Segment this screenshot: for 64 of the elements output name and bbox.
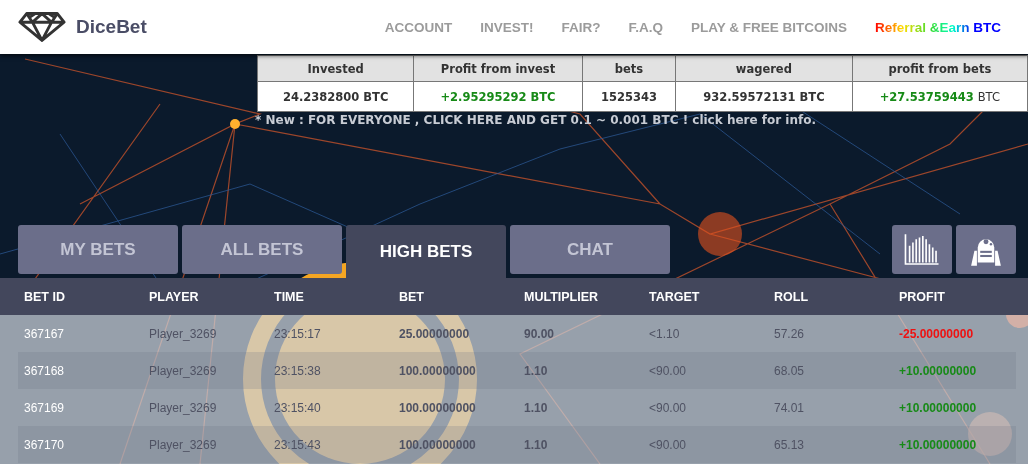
column-header: Profit from invest	[440, 61, 556, 76]
stat-value: +2.95295292 BTC	[440, 89, 556, 104]
table-cell-text: 57.26	[774, 326, 806, 341]
table-cell-text: 23:15:17	[274, 326, 322, 341]
column-header: ROLL	[774, 289, 810, 304]
table-cell-text: +10.00000000	[899, 400, 978, 415]
table-cell-text: 23:15:38	[274, 363, 322, 378]
column-header: BET	[399, 289, 425, 304]
nav-link[interactable]: F.A.Q	[628, 19, 663, 35]
brand-name[interactable]: DiceBet	[76, 16, 147, 38]
table-cell-text: 367170	[24, 437, 66, 452]
table-cell-text: 1.10	[524, 400, 549, 415]
nav-link[interactable]: PLAY & FREE BITCOINS	[690, 19, 847, 35]
stat-value: 24.2382800 BTC	[282, 89, 389, 104]
table-cell-text: +10.00000000	[899, 437, 978, 452]
table-cell-text: 100.00000000	[399, 400, 477, 415]
table-cell-text: 25.00000000	[399, 326, 471, 341]
table-cell-text: 1.10	[524, 363, 549, 378]
tab[interactable]: CHAT	[510, 225, 670, 274]
table-cell-text: -25.00000000	[899, 326, 975, 341]
column-header: wagered	[735, 61, 792, 76]
tab[interactable]: ALL BETS	[182, 225, 342, 274]
column-header: bets	[614, 61, 644, 76]
table-cell-text: <90.00	[649, 363, 688, 378]
table-cell-text: Player_3269	[149, 363, 218, 378]
table-cell-text: 100.00000000	[399, 437, 477, 452]
stat-value: +27.53759443	[879, 89, 974, 104]
column-header: Invested	[307, 61, 364, 76]
table-cell-text: 23:15:43	[274, 437, 322, 452]
stat-value: 932.59572131 BTC	[703, 89, 825, 104]
tool-button[interactable]	[892, 225, 952, 274]
tab[interactable]: HIGH BETS	[346, 225, 506, 278]
column-header: profit from bets	[888, 61, 992, 76]
unit-label: BTC	[977, 89, 1000, 104]
tool-button[interactable]	[956, 225, 1016, 274]
column-header: BET ID	[24, 289, 66, 304]
table-cell-text: 65.13	[774, 437, 806, 452]
nav-link[interactable]: ACCOUNT	[384, 19, 453, 35]
table-cell-text: <1.10	[649, 326, 681, 341]
column-header: PROFIT	[899, 289, 946, 304]
nav-link[interactable]: INVEST!	[480, 19, 534, 35]
table-cell-text: 367167	[24, 326, 66, 341]
column-header: TARGET	[649, 289, 701, 304]
table-cell-text: 367169	[24, 400, 66, 415]
table-cell-text: 68.05	[774, 363, 806, 378]
table-cell-text: 23:15:40	[274, 400, 322, 415]
column-header: MULTIPLIER	[524, 289, 600, 304]
column-header: PLAYER	[149, 289, 200, 304]
table-cell-text: 367168	[24, 363, 66, 378]
table-cell-text: 100.00000000	[399, 363, 477, 378]
table-cell-text: <90.00	[649, 400, 688, 415]
tab[interactable]: MY BETS	[18, 225, 178, 274]
table-cell-text: <90.00	[649, 437, 688, 452]
table-cell-text: Player_3269	[149, 400, 218, 415]
table-cell-text: +10.00000000	[899, 363, 978, 378]
diamond-icon	[18, 11, 66, 43]
table-cell-text: Player_3269	[149, 326, 218, 341]
nav-link[interactable]: FAIR?	[561, 19, 601, 35]
stat-value: 1525343	[600, 89, 657, 104]
table-cell-text: 74.01	[774, 400, 806, 415]
column-header: TIME	[274, 289, 305, 304]
table-cell-text: 90.00	[524, 326, 556, 341]
table-cell-text: 1.10	[524, 437, 549, 452]
table-cell-text: Player_3269	[149, 437, 218, 452]
